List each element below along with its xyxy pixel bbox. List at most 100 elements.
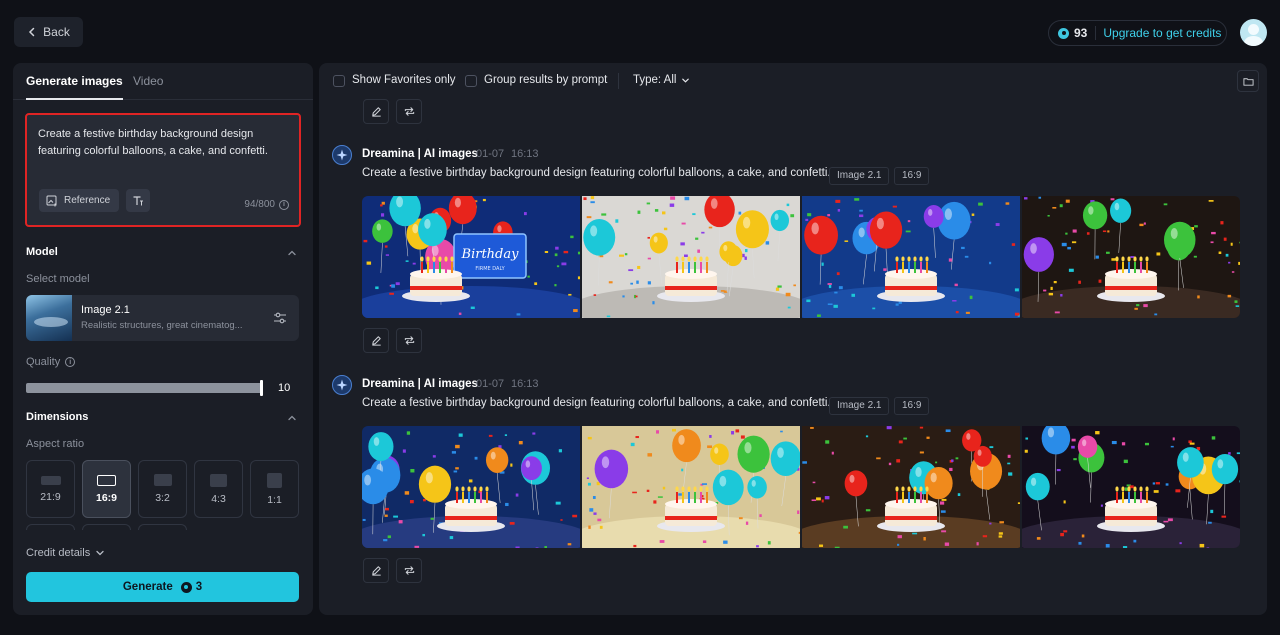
prompt-box[interactable]: Create a festive birthday background des… — [25, 113, 301, 227]
avatar[interactable] — [1240, 19, 1267, 46]
reference-button[interactable]: Reference — [39, 189, 119, 212]
ratio-1-1[interactable]: 1:1 — [250, 460, 299, 518]
confetti-piece — [806, 299, 811, 303]
image-add-icon — [46, 195, 57, 206]
favorites-checkbox[interactable] — [333, 75, 345, 87]
sliders-icon[interactable] — [273, 311, 287, 325]
confetti-piece — [961, 246, 965, 250]
regenerate-button[interactable] — [396, 558, 422, 583]
chevron-up-icon[interactable] — [287, 413, 297, 423]
confetti-piece — [560, 519, 563, 521]
text-style-button[interactable] — [126, 189, 150, 212]
confetti-piece — [488, 434, 493, 437]
quality-label-row: Quality i — [26, 356, 76, 368]
edit-button[interactable] — [363, 558, 389, 583]
confetti-piece — [1063, 500, 1066, 504]
confetti-piece — [834, 291, 838, 294]
generated-image[interactable] — [802, 426, 1020, 548]
generate-button[interactable]: Generate 3 — [26, 572, 299, 602]
credit-details-toggle[interactable]: Credit details — [26, 547, 105, 559]
confetti-piece — [817, 314, 821, 317]
folder-button[interactable] — [1237, 70, 1259, 92]
tab-generate-images[interactable]: Generate images — [26, 74, 123, 100]
candle-flame — [901, 256, 905, 262]
ratio-label: 4:3 — [211, 492, 226, 505]
regenerate-button[interactable] — [396, 99, 422, 124]
confetti-piece — [976, 542, 979, 546]
confetti-piece — [819, 544, 824, 547]
folder-icon — [1242, 77, 1254, 86]
confetti-piece — [1005, 202, 1010, 205]
confetti-piece — [555, 246, 559, 250]
confetti-piece — [919, 451, 924, 454]
confetti-piece — [827, 303, 833, 306]
group-label[interactable]: Group results by prompt — [484, 74, 607, 86]
generated-image[interactable] — [362, 426, 580, 548]
prompt-input[interactable]: Create a festive birthday background des… — [38, 126, 283, 160]
model-card[interactable]: Image 2.1 Realistic structures, great ci… — [26, 295, 299, 341]
confetti-piece — [1078, 541, 1082, 545]
ratio-4-3[interactable]: 4:3 — [194, 460, 243, 518]
edit-button[interactable] — [363, 328, 389, 353]
info-icon[interactable]: i — [65, 357, 76, 367]
generated-image[interactable] — [1022, 196, 1240, 318]
divider — [618, 73, 619, 89]
group-checkbox[interactable] — [465, 75, 477, 87]
tab-video[interactable]: Video — [133, 74, 163, 88]
quality-slider[interactable] — [26, 383, 263, 393]
ratio-shape — [40, 475, 61, 485]
balloon-highlight — [723, 244, 728, 252]
balloon — [1164, 221, 1196, 258]
balloon-highlight — [1170, 227, 1178, 240]
confetti-piece — [888, 462, 892, 466]
candle — [926, 492, 928, 503]
candle — [920, 492, 922, 503]
ratio-16-9[interactable]: 16:9 — [82, 460, 131, 518]
regenerate-button[interactable] — [396, 328, 422, 353]
generated-image[interactable] — [582, 196, 800, 318]
favorites-label[interactable]: Show Favorites only — [352, 74, 456, 86]
info-icon[interactable]: i — [279, 199, 289, 210]
type-filter[interactable]: Type: All — [633, 74, 690, 86]
ratio-3-2[interactable]: 3:2 — [138, 460, 187, 518]
confetti-piece — [592, 496, 596, 499]
candle — [914, 492, 916, 503]
confetti-piece — [1172, 437, 1175, 441]
generated-image[interactable] — [802, 196, 1020, 318]
model-description: Realistic structures, great cinematog... — [81, 320, 243, 331]
confetti-piece — [1081, 534, 1085, 538]
image-row — [362, 426, 1240, 548]
generated-image[interactable]: Birthday FIRME DALY — [362, 196, 580, 318]
confetti-piece — [793, 284, 796, 287]
balloon — [710, 443, 729, 465]
ratio-21-9[interactable]: 21:9 — [26, 460, 75, 518]
upgrade-link[interactable]: Upgrade to get credits — [1103, 26, 1221, 40]
cake-top — [665, 269, 717, 279]
confetti-piece — [872, 307, 876, 310]
candle-flame — [1115, 486, 1119, 492]
confetti-piece — [387, 535, 391, 539]
candle — [700, 262, 702, 273]
balloon — [1082, 201, 1108, 230]
quality-slider-handle[interactable] — [260, 380, 263, 396]
edit-button[interactable] — [363, 99, 389, 124]
balloon — [1025, 472, 1050, 501]
generate-cost: 3 — [180, 581, 202, 593]
balloon — [770, 441, 800, 477]
back-button[interactable]: Back — [14, 17, 83, 47]
chevron-up-icon[interactable] — [287, 248, 297, 258]
generated-image[interactable] — [582, 426, 800, 548]
repeat-icon — [404, 566, 414, 575]
confetti-piece — [811, 499, 817, 502]
confetti-piece — [453, 470, 458, 473]
confetti-piece — [949, 467, 953, 472]
chevron-left-icon — [29, 27, 35, 37]
generated-image[interactable] — [1022, 426, 1240, 548]
confetti-piece — [939, 501, 945, 505]
candle — [1116, 492, 1118, 503]
model-name: Image 2.1 — [81, 304, 130, 316]
confetti-piece — [735, 429, 740, 433]
confetti-piece — [523, 212, 527, 216]
credits-pill[interactable]: 93 Upgrade to get credits — [1048, 20, 1227, 46]
confetti-piece — [780, 430, 783, 433]
